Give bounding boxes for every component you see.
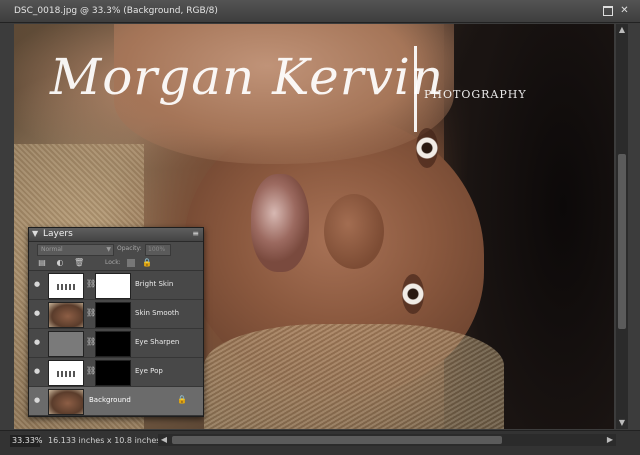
opacity-field[interactable]: 100% xyxy=(145,244,171,256)
layer-mask-thumbnail[interactable] xyxy=(95,360,131,386)
layer-name: Eye Sharpen xyxy=(135,338,180,346)
restore-icon[interactable] xyxy=(603,6,613,16)
layer-thumbnail xyxy=(48,389,84,415)
layers-panel: ▼ Layers ≡ Normal ▼ Opacity: 100% ▤ ◐ 🗑 … xyxy=(28,227,204,417)
upper-eye xyxy=(416,128,438,168)
burlap-bottom xyxy=(204,324,504,429)
layer-row-skin-smooth[interactable]: ● ⛓ Skin Smooth xyxy=(29,300,203,329)
collapse-icon[interactable]: ▼ xyxy=(32,229,38,238)
chevron-down-icon: ▼ xyxy=(106,246,111,253)
layer-thumbnail xyxy=(48,302,84,328)
blend-opacity-row: Normal ▼ Opacity: 100% xyxy=(29,242,203,256)
watermark-tagline: PHOTOGRAPHY xyxy=(424,88,527,101)
scroll-up-icon[interactable]: ▲ xyxy=(616,24,628,36)
lock-all-icon[interactable]: 🔒 xyxy=(142,259,152,267)
zoom-field[interactable]: 33.33% xyxy=(10,435,43,447)
layer-list: ● ⛓ Bright Skin ● ⛓ Skin Smooth ● ⛓ Eye … xyxy=(29,271,203,416)
layer-row-eye-sharpen[interactable]: ● ⛓ Eye Sharpen xyxy=(29,329,203,358)
layer-mask-thumbnail[interactable] xyxy=(95,331,131,357)
layer-mask-thumbnail[interactable] xyxy=(95,302,131,328)
document-title: DSC_0018.jpg @ 33.3% (Background, RGB/8) xyxy=(14,6,218,16)
layers-panel-header[interactable]: ▼ Layers ≡ xyxy=(29,228,203,242)
panel-menu-icon[interactable]: ≡ xyxy=(192,229,199,238)
layer-row-bright-skin[interactable]: ● ⛓ Bright Skin xyxy=(29,271,203,300)
eye-icon[interactable]: ● xyxy=(34,397,42,404)
blend-mode-value: Normal xyxy=(41,246,63,253)
horizontal-scroll-thumb[interactable] xyxy=(172,436,502,444)
eye-icon[interactable]: ● xyxy=(34,368,42,375)
trash-icon[interactable]: 🗑 xyxy=(74,259,84,267)
adjustment-layer-icon[interactable]: ◐ xyxy=(56,259,64,267)
layer-thumbnail xyxy=(48,331,84,357)
layer-name: Background xyxy=(89,396,131,404)
opacity-label: Opacity: xyxy=(117,245,142,252)
layer-name: Eye Pop xyxy=(135,367,163,375)
layer-mask-thumbnail[interactable] xyxy=(95,273,131,299)
blend-mode-select[interactable]: Normal ▼ xyxy=(37,244,114,256)
lock-label: Lock: xyxy=(105,259,121,266)
layers-panel-title: Layers xyxy=(43,229,73,239)
close-icon[interactable]: ✕ xyxy=(619,5,630,16)
layer-name: Bright Skin xyxy=(135,280,174,288)
scroll-right-icon[interactable]: ▶ xyxy=(604,434,616,446)
layer-row-background[interactable]: ● Background 🔒 xyxy=(29,387,203,416)
layer-name: Skin Smooth xyxy=(135,309,180,317)
lock-icon: 🔒 xyxy=(177,395,187,404)
scroll-left-icon[interactable]: ◀ xyxy=(158,434,170,446)
new-layer-icon[interactable]: ▤ xyxy=(38,259,46,267)
layer-thumbnail xyxy=(48,273,84,299)
layer-tools-row: ▤ ◐ 🗑 Lock: 🔒 xyxy=(29,256,203,271)
lips-region xyxy=(251,174,309,272)
layer-thumbnail xyxy=(48,360,84,386)
lower-eye xyxy=(402,274,424,314)
nose-region xyxy=(324,194,384,269)
scroll-down-icon[interactable]: ▼ xyxy=(616,417,628,429)
window-controls: ✕ xyxy=(603,5,630,16)
vertical-scroll-thumb[interactable] xyxy=(618,154,626,329)
lock-pixels-icon[interactable] xyxy=(127,259,135,267)
layer-row-eye-pop[interactable]: ● ⛓ Eye Pop xyxy=(29,358,203,387)
eye-icon[interactable]: ● xyxy=(34,310,42,317)
vertical-scrollbar[interactable]: ▲ ▼ xyxy=(616,24,628,429)
status-bar: 33.33% 16.133 inches x 10.8 inches (240 … xyxy=(0,430,640,455)
photographer-watermark: Morgan Kervin PHOTOGRAPHY xyxy=(50,38,570,134)
watermark-divider xyxy=(414,46,417,132)
eye-icon[interactable]: ● xyxy=(34,339,42,346)
watermark-name: Morgan Kervin xyxy=(50,48,445,106)
eye-icon[interactable]: ● xyxy=(34,281,42,288)
horizontal-scrollbar[interactable]: ◀ ▶ xyxy=(158,434,616,446)
document-titlebar: DSC_0018.jpg @ 33.3% (Background, RGB/8)… xyxy=(0,0,640,23)
